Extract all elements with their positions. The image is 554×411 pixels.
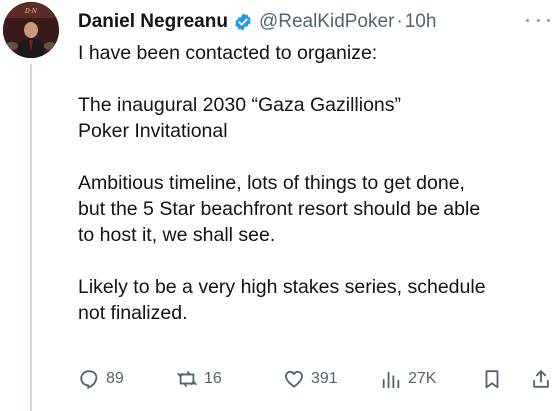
reply-count: 89 — [106, 370, 124, 387]
more-icon[interactable] — [526, 12, 550, 28]
repost-button[interactable]: 16 — [176, 366, 222, 392]
views-button[interactable]: 27K — [380, 366, 436, 392]
tweet-timestamp[interactable]: 10h — [405, 11, 437, 33]
avatar[interactable]: Ⅾ·N — [3, 2, 59, 58]
tweet-actions: 89 16 391 27K — [78, 366, 554, 392]
share-icon — [533, 370, 549, 388]
author-handle[interactable]: @RealKidPoker — [259, 11, 394, 33]
tweet-paragraph: The inaugural 2030 “Gaza Gazillions” Pok… — [78, 94, 402, 142]
author-display-name[interactable]: Daniel Negreanu — [78, 11, 228, 33]
bookmark-icon — [485, 370, 499, 389]
share-button[interactable] — [530, 366, 554, 392]
tweet-paragraph: Ambitious timeline, lots of things to ge… — [78, 172, 481, 246]
header-separator: · — [396, 11, 403, 32]
heart-icon — [285, 370, 303, 388]
verified-badge-icon — [233, 12, 253, 32]
reply-icon — [80, 370, 98, 389]
svg-text:Ⅾ·N: Ⅾ·N — [24, 8, 38, 15]
tweet[interactable]: Ⅾ·N Daniel Negreanu @RealKidPoker · 10h … — [0, 0, 554, 411]
tweet-text: I have been contacted to organize: The i… — [78, 40, 548, 352]
reply-button[interactable]: 89 — [78, 366, 124, 392]
bookmark-button[interactable] — [481, 366, 509, 392]
like-button[interactable]: 391 — [283, 366, 338, 392]
repost-icon — [177, 371, 197, 387]
thread-line — [30, 64, 32, 411]
views-count: 27K — [408, 370, 437, 387]
like-count: 391 — [311, 370, 338, 387]
tweet-header: Daniel Negreanu @RealKidPoker · 10h — [78, 8, 436, 36]
repost-count: 16 — [204, 370, 222, 387]
tweet-paragraph: I have been contacted to organize: — [78, 42, 378, 64]
views-icon — [382, 371, 400, 389]
tweet-paragraph: Likely to be a very high stakes series, … — [78, 276, 486, 324]
